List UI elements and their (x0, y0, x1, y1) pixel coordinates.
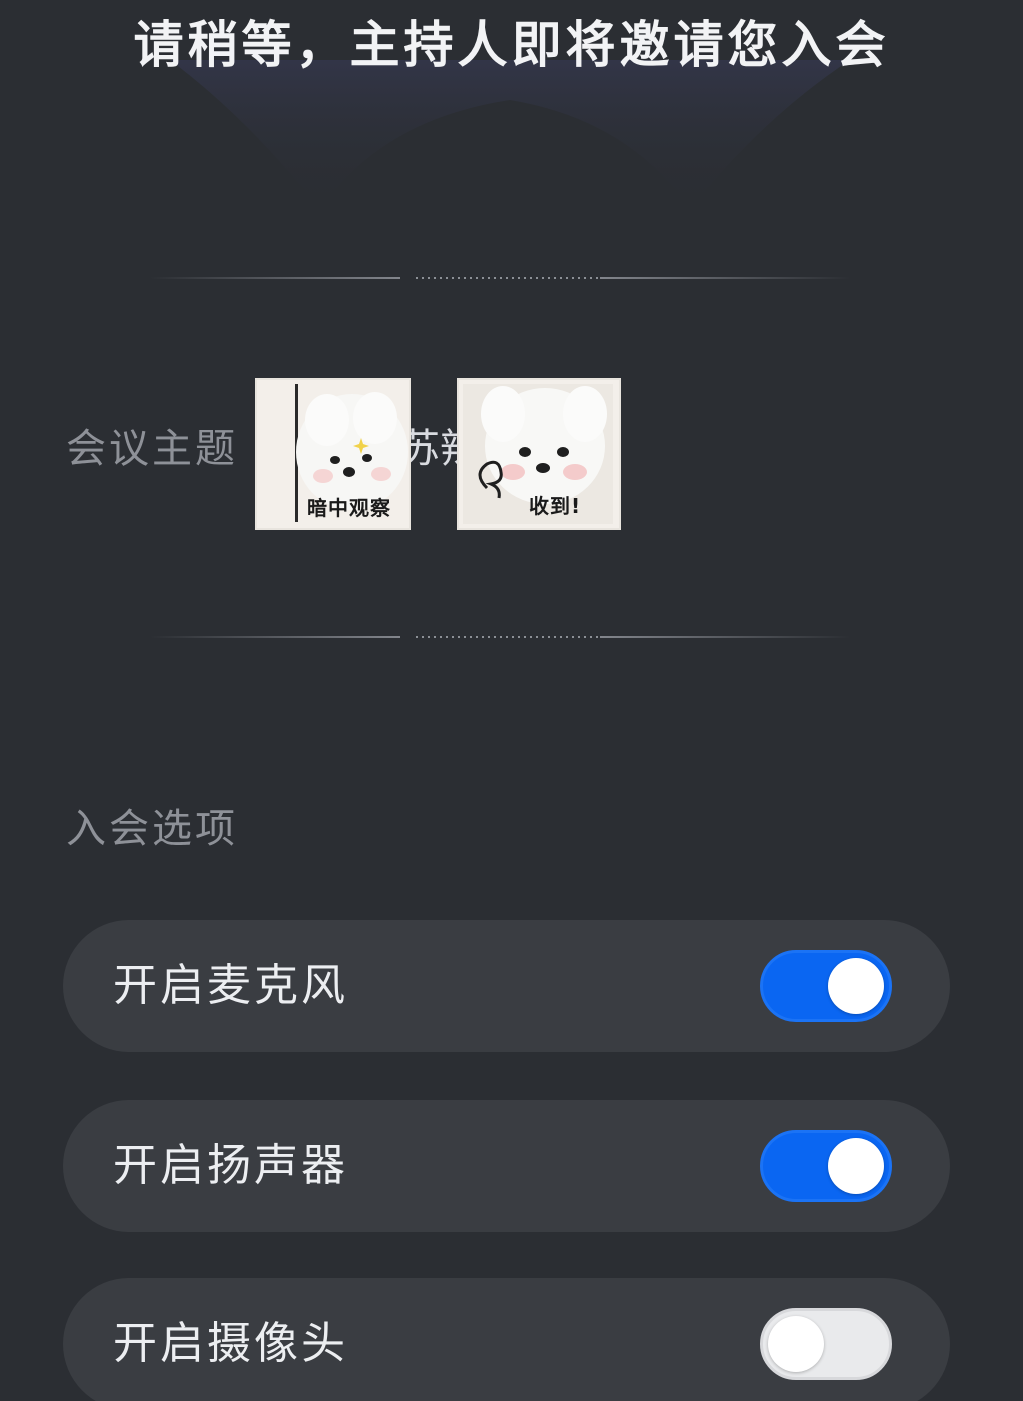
divider-top (150, 275, 850, 281)
dog-sticker-received: 收到! (457, 378, 621, 530)
speaker-toggle[interactable] (760, 1130, 892, 1202)
background-wave-decoration (170, 60, 850, 210)
microphone-toggle[interactable] (760, 950, 892, 1022)
toggle-knob (828, 1138, 884, 1194)
sticker-caption-received: 收到! (529, 494, 582, 518)
join-options-label: 入会选项 (66, 806, 238, 852)
option-label-speaker: 开启扬声器 (113, 1140, 348, 1191)
sticker-caption-observing: 暗中观察 (307, 496, 391, 520)
option-label-camera: 开启摄像头 (113, 1318, 348, 1369)
option-label-microphone: 开启麦克风 (113, 960, 348, 1011)
meeting-topic-label: 会议主题 (66, 426, 238, 472)
camera-toggle[interactable] (760, 1308, 892, 1380)
option-row-speaker[interactable]: 开启扬声器 (63, 1100, 950, 1232)
option-row-camera[interactable]: 开启摄像头 (63, 1278, 950, 1401)
divider-middle (150, 634, 850, 640)
waiting-room-screen: 请稍等，主持人即将邀请您入会 会议主题 苏辣 暗中观察 收到! 入会选项 开启麦… (0, 0, 1023, 1401)
dog-sticker-observing: 暗中观察 (255, 378, 411, 530)
toggle-knob (828, 958, 884, 1014)
option-row-microphone[interactable]: 开启麦克风 (63, 920, 950, 1052)
page-title: 请稍等，主持人即将邀请您入会 (133, 16, 890, 74)
toggle-knob (768, 1316, 824, 1372)
